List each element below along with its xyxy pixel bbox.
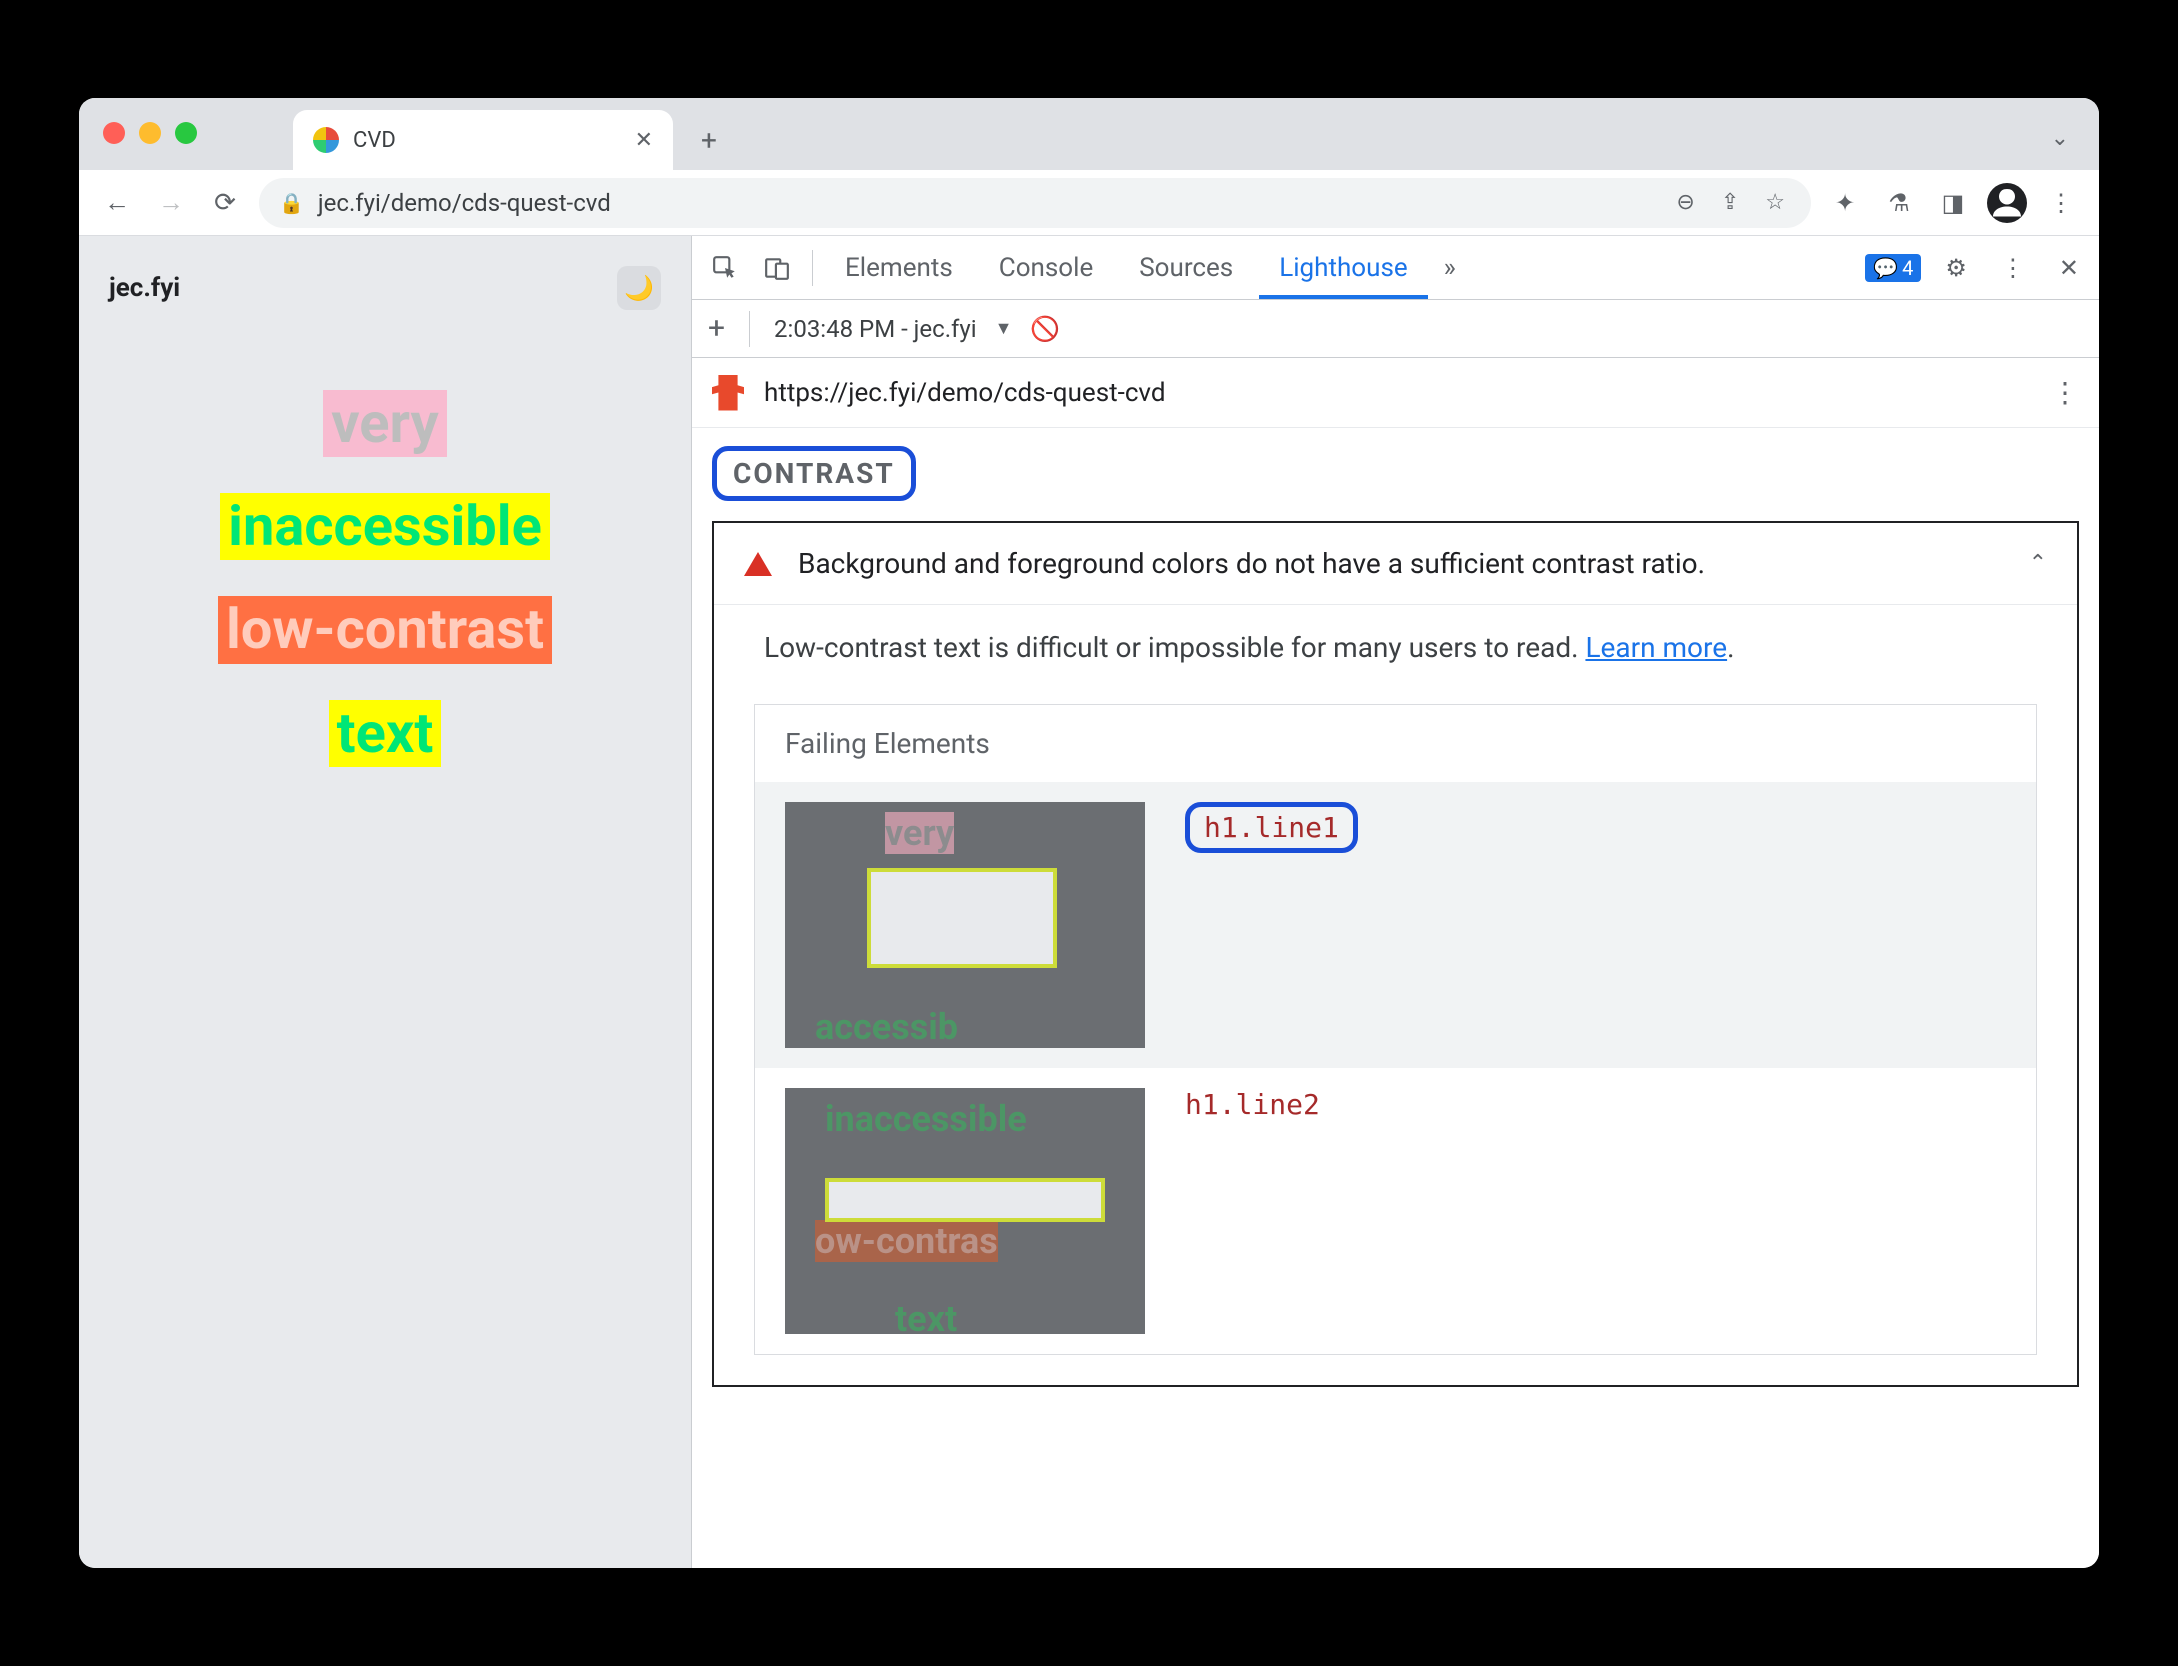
tab-strip: CVD ✕ + (293, 98, 727, 170)
demo-line-2: inaccessible (220, 493, 550, 560)
demo-line-3: low-contrast (218, 596, 552, 663)
report-url-bar: https://jec.fyi/demo/cds-quest-cvd ⋮ (692, 358, 2099, 428)
tab-overflow-icon[interactable]: ⌄ (2051, 126, 2069, 151)
audit-description: Low-contrast text is difficult or imposs… (714, 605, 2077, 690)
audit-desc-post: . (1727, 631, 1734, 664)
tab-lighthouse[interactable]: Lighthouse (1259, 236, 1427, 299)
lock-icon: 🔒 (279, 191, 304, 215)
element-thumbnail: very accessib (785, 802, 1145, 1048)
extensions-icon[interactable]: ✦ (1825, 183, 1865, 223)
window-close-button[interactable] (103, 122, 125, 144)
failing-elements-label: Failing Elements (755, 705, 2036, 782)
device-toggle-icon[interactable] (754, 255, 800, 281)
snapshot-dropdown-icon[interactable]: ▼ (995, 318, 1013, 339)
tab-elements[interactable]: Elements (825, 236, 973, 299)
back-button[interactable]: ← (97, 183, 137, 223)
site-title: jec.fyi (109, 273, 180, 303)
demo-text-block: very inaccessible low-contrast text (109, 390, 661, 767)
sidepanel-icon[interactable]: ◨ (1933, 183, 1973, 223)
learn-more-link[interactable]: Learn more (1585, 631, 1727, 664)
tab-close-icon[interactable]: ✕ (635, 128, 653, 153)
devtools-close-icon[interactable]: ✕ (2049, 254, 2089, 282)
failing-element-row[interactable]: inaccessible ow-contras text h1.line2 (755, 1068, 2036, 1354)
report-url: https://jec.fyi/demo/cds-quest-cvd (764, 378, 2031, 408)
tab-console[interactable]: Console (979, 236, 1113, 299)
demo-line-1: very (323, 390, 446, 457)
report-snapshot-label: 2:03:48 PM - jec.fyi (774, 315, 977, 343)
audit-title: Background and foreground colors do not … (798, 547, 2003, 580)
profile-avatar[interactable] (1987, 183, 2027, 223)
report-menu-icon[interactable]: ⋮ (2051, 376, 2079, 409)
lighthouse-icon (712, 375, 744, 411)
toolbar: ← → ⟳ 🔒 jec.fyi/demo/cds-quest-cvd ⊖ ⇪ ☆… (79, 170, 2099, 236)
element-selector: h1.line1 (1185, 802, 1358, 853)
page-header: jec.fyi 🌙 (109, 266, 661, 310)
tab-title: CVD (353, 128, 621, 153)
element-thumbnail: inaccessible ow-contras text (785, 1088, 1145, 1334)
tabs-overflow-icon[interactable]: » (1434, 236, 1466, 299)
devtools-panel: Elements Console Sources Lighthouse » 💬 … (691, 236, 2099, 1568)
url-text: jec.fyi/demo/cds-quest-cvd (318, 189, 1656, 217)
report-body: CONTRAST Background and foreground color… (692, 428, 2099, 1568)
feedback-count: 4 (1902, 256, 1913, 280)
window-controls (103, 122, 197, 144)
section-contrast-label: CONTRAST (712, 446, 916, 501)
chevron-up-icon[interactable]: ⌃ (2029, 551, 2047, 576)
menu-icon[interactable]: ⋮ (2041, 183, 2081, 223)
inspect-element-icon[interactable] (702, 255, 748, 281)
failing-elements-box: Failing Elements very accessib h1.line1 (754, 704, 2037, 1355)
window-minimize-button[interactable] (139, 122, 161, 144)
feedback-badge[interactable]: 💬 4 (1865, 254, 1921, 282)
bookmark-icon[interactable]: ☆ (1759, 190, 1791, 215)
dark-mode-toggle[interactable]: 🌙 (617, 266, 661, 310)
tab-sources[interactable]: Sources (1119, 236, 1253, 299)
new-report-button[interactable]: + (708, 311, 725, 346)
browser-tab[interactable]: CVD ✕ (293, 110, 673, 170)
audit-desc-text: Low-contrast text is difficult or imposs… (764, 631, 1585, 664)
labs-icon[interactable]: ⚗ (1879, 183, 1919, 223)
devtools-tabbar: Elements Console Sources Lighthouse » 💬 … (692, 236, 2099, 300)
share-icon[interactable]: ⇪ (1715, 190, 1745, 215)
clear-report-icon[interactable]: 🚫 (1030, 315, 1060, 343)
reload-button[interactable]: ⟳ (205, 183, 245, 223)
audit-header[interactable]: Background and foreground colors do not … (714, 523, 2077, 605)
settings-gear-icon[interactable]: ⚙ (1935, 254, 1977, 282)
new-tab-button[interactable]: + (691, 122, 727, 158)
rendered-page: jec.fyi 🌙 very inaccessible low-contrast… (79, 236, 691, 1568)
warning-triangle-icon (744, 552, 772, 576)
element-selector: h1.line2 (1185, 1088, 1320, 1121)
forward-button[interactable]: → (151, 183, 191, 223)
window-maximize-button[interactable] (175, 122, 197, 144)
failing-element-row[interactable]: very accessib h1.line1 (755, 782, 2036, 1068)
content-area: jec.fyi 🌙 very inaccessible low-contrast… (79, 236, 2099, 1568)
audit-card: Background and foreground colors do not … (712, 521, 2079, 1387)
demo-line-4: text (329, 700, 442, 767)
browser-window: CVD ✕ + ⌄ ← → ⟳ 🔒 jec.fyi/demo/cds-quest… (79, 98, 2099, 1568)
titlebar: CVD ✕ + ⌄ (79, 98, 2099, 170)
devtools-menu-icon[interactable]: ⋮ (1991, 254, 2035, 282)
lighthouse-toolbar: + 2:03:48 PM - jec.fyi ▼ 🚫 (692, 300, 2099, 358)
address-bar[interactable]: 🔒 jec.fyi/demo/cds-quest-cvd ⊖ ⇪ ☆ (259, 178, 1811, 228)
favicon-icon (313, 127, 339, 153)
zoom-icon[interactable]: ⊖ (1670, 190, 1700, 215)
